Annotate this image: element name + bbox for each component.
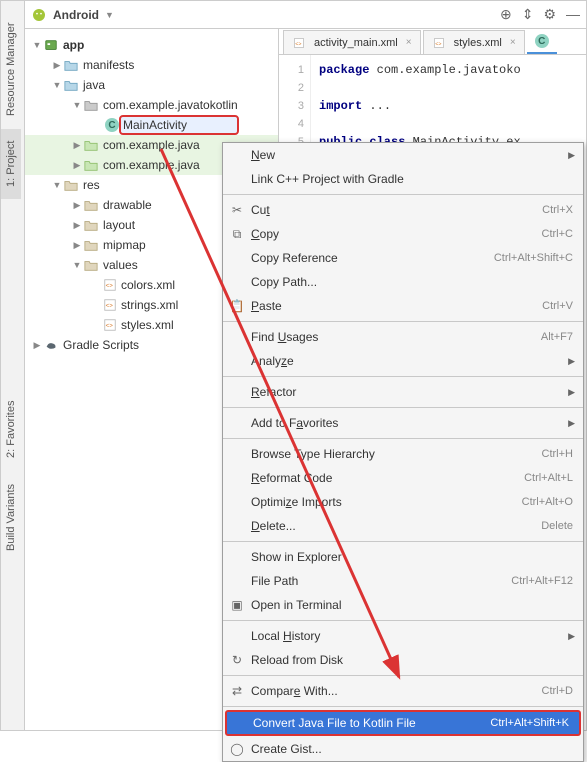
menu-separator [223, 620, 583, 621]
xml-file-icon: <> [103, 278, 117, 292]
github-icon: ◯ [229, 741, 245, 757]
folder-icon [83, 217, 99, 233]
menu-separator [223, 407, 583, 408]
svg-text:<>: <> [106, 303, 114, 310]
menu-find-usages[interactable]: Find UsagesAlt+F7 [223, 325, 583, 349]
menu-delete[interactable]: Delete...Delete [223, 514, 583, 538]
svg-text:<>: <> [106, 283, 114, 290]
menu-create-gist[interactable]: ◯Create Gist... [223, 737, 583, 761]
xml-file-icon: <> [103, 298, 117, 312]
menu-convert-java-to-kotlin[interactable]: Convert Java File to Kotlin FileCtrl+Alt… [225, 710, 581, 736]
close-icon[interactable]: × [510, 37, 516, 48]
menu-separator [223, 194, 583, 195]
reload-icon: ↻ [229, 652, 245, 668]
copy-icon: ⧉ [229, 226, 245, 242]
submenu-arrow-icon: ▶ [568, 631, 575, 642]
editor-tabs: <> activity_main.xml × <> styles.xml × C [279, 29, 586, 55]
tab-project[interactable]: 1: Project [1, 129, 21, 199]
submenu-arrow-icon: ▶ [568, 356, 575, 367]
tree-node-package[interactable]: com.example.javatokotlin [25, 95, 278, 115]
xml-file-icon: <> [432, 36, 446, 50]
folder-icon [83, 257, 99, 273]
menu-reload-from-disk[interactable]: ↻Reload from Disk [223, 648, 583, 672]
editor-tab-active[interactable]: C [527, 30, 557, 54]
package-icon [83, 157, 99, 173]
menu-separator [223, 321, 583, 322]
folder-icon [63, 177, 79, 193]
menu-file-path[interactable]: File PathCtrl+Alt+F12 [223, 569, 583, 593]
tab-favorites[interactable]: 2: Favorites [1, 389, 21, 469]
folder-icon [63, 57, 79, 73]
package-icon [83, 137, 99, 153]
menu-refactor[interactable]: Refactor▶ [223, 380, 583, 404]
menu-link-cpp[interactable]: Link C++ Project with Gradle [223, 167, 583, 191]
minimize-icon[interactable]: — [566, 6, 580, 23]
menu-new[interactable]: NNewew▶ [223, 143, 583, 167]
menu-cut[interactable]: ✂CutCtrl+X [223, 198, 583, 222]
project-toolbar: Android ▼ ⊕ ⇕ ⚙ — [25, 1, 586, 29]
menu-paste[interactable]: 📋PasteCtrl+V [223, 294, 583, 318]
android-icon [31, 7, 47, 23]
tab-build-variants[interactable]: Build Variants [1, 469, 21, 565]
gradle-icon [43, 337, 59, 353]
tree-node-manifests[interactable]: manifests [25, 55, 278, 75]
menu-separator [223, 438, 583, 439]
submenu-arrow-icon: ▶ [568, 150, 575, 161]
menu-show-in-explorer[interactable]: Show in Explorer [223, 545, 583, 569]
context-menu: NNewew▶ Link C++ Project with Gradle ✂Cu… [222, 142, 584, 762]
tool-window-bar: Resource Manager 1: Project 2: Favorites… [1, 1, 25, 730]
tree-node-main-activity[interactable]: C MainActivity [25, 115, 278, 135]
cut-icon: ✂ [229, 202, 245, 218]
folder-icon [83, 237, 99, 253]
compare-icon: ⇄ [229, 683, 245, 699]
tab-resource-manager[interactable]: Resource Manager [1, 9, 21, 129]
class-icon: C [535, 34, 549, 48]
class-icon: C [105, 118, 119, 132]
submenu-arrow-icon: ▶ [568, 387, 575, 398]
editor-tab[interactable]: <> activity_main.xml × [283, 30, 421, 54]
xml-file-icon: <> [103, 318, 117, 332]
menu-compare-with[interactable]: ⇄Compare With...Ctrl+D [223, 679, 583, 703]
menu-copy-reference[interactable]: Copy ReferenceCtrl+Alt+Shift+C [223, 246, 583, 270]
menu-optimize-imports[interactable]: Optimize ImportsCtrl+Alt+O [223, 490, 583, 514]
tree-node-java[interactable]: java [25, 75, 278, 95]
view-mode-label[interactable]: Android [53, 8, 99, 22]
svg-text:<>: <> [435, 41, 441, 47]
menu-reformat-code[interactable]: Reformat CodeCtrl+Alt+L [223, 466, 583, 490]
close-icon[interactable]: × [406, 37, 412, 48]
menu-separator [223, 541, 583, 542]
menu-copy[interactable]: ⧉CopyCtrl+C [223, 222, 583, 246]
module-icon [43, 37, 59, 53]
expand-icon[interactable]: ⇕ [522, 6, 534, 23]
menu-separator [223, 675, 583, 676]
editor-tab[interactable]: <> styles.xml × [423, 30, 525, 54]
menu-local-history[interactable]: Local History▶ [223, 624, 583, 648]
submenu-arrow-icon: ▶ [568, 418, 575, 429]
tree-node-app[interactable]: app [25, 35, 278, 55]
menu-copy-path[interactable]: Copy Path... [223, 270, 583, 294]
menu-analyze[interactable]: Analyze▶ [223, 349, 583, 373]
menu-browse-type-hierarchy[interactable]: Browse Type HierarchyCtrl+H [223, 442, 583, 466]
terminal-icon: ▣ [229, 597, 245, 613]
folder-icon [63, 77, 79, 93]
target-icon[interactable]: ⊕ [500, 6, 512, 23]
folder-icon [83, 197, 99, 213]
menu-open-terminal[interactable]: ▣Open in Terminal [223, 593, 583, 617]
xml-file-icon: <> [292, 36, 306, 50]
svg-text:<>: <> [295, 41, 301, 47]
menu-add-favorites[interactable]: Add to Favorites▶ [223, 411, 583, 435]
svg-text:<>: <> [106, 323, 114, 330]
paste-icon: 📋 [229, 298, 245, 314]
menu-separator [223, 376, 583, 377]
menu-separator [223, 706, 583, 707]
settings-icon[interactable]: ⚙ [543, 6, 556, 23]
dropdown-icon[interactable]: ▼ [105, 10, 114, 20]
package-icon [83, 97, 99, 113]
